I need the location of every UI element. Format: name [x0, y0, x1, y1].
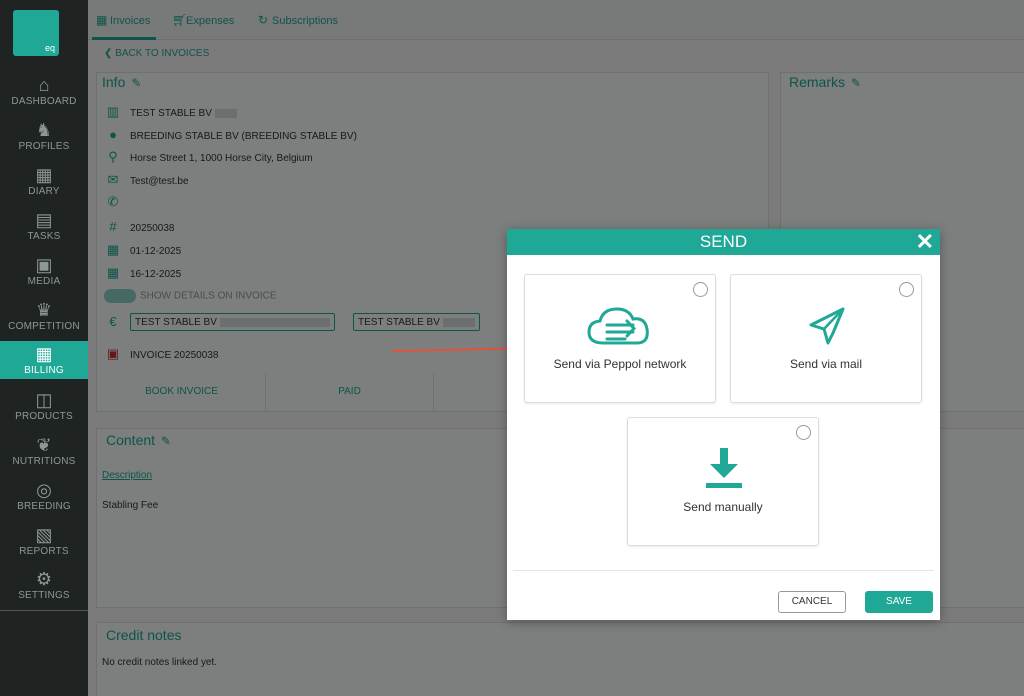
sidebar-item-competition[interactable]: ♛ COMPETITION [0, 299, 88, 343]
cancel-button[interactable]: CANCEL [778, 591, 846, 613]
peppol-option-label: Send via Peppol network [553, 357, 687, 371]
send-manually-option[interactable]: Send manually [627, 417, 819, 546]
sidebar-item-billing[interactable]: ▦ BILLING [0, 341, 88, 379]
sidebar-item-label: PRODUCTS [15, 411, 73, 422]
sidebar: eq ⌂ DASHBOARD ♞ PROFILES ▦ DIARY ▤ TASKS ▣ M… [0, 0, 88, 696]
sidebar-item-label: PROFILES [18, 141, 70, 152]
mail-option-label: Send via mail [789, 357, 863, 371]
wheat-icon: ❦ [36, 435, 52, 455]
save-button[interactable]: SAVE [865, 591, 933, 613]
dialog-divider [513, 570, 934, 571]
sidebar-item-label: SETTINGS [18, 590, 70, 601]
close-icon[interactable]: ✕ [916, 229, 934, 255]
manual-option-label: Send manually [683, 500, 763, 514]
sidebar-item-label: DASHBOARD [11, 96, 77, 107]
sidebar-item-label: REPORTS [19, 546, 69, 557]
sidebar-item-products[interactable]: ◫ PRODUCTS [0, 389, 88, 433]
sidebar-item-media[interactable]: ▣ MEDIA [0, 254, 88, 298]
calculator-icon: ▦ [35, 344, 53, 364]
sidebar-item-label: TASKS [27, 231, 61, 242]
sidebar-item-label: COMPETITION [8, 321, 80, 332]
compass-icon: ◎ [36, 480, 52, 500]
sidebar-item-settings[interactable]: ⚙ SETTINGS [0, 568, 88, 612]
sidebar-item-tasks[interactable]: ▤ TASKS [0, 209, 88, 253]
send-via-mail-option[interactable]: Send via mail [730, 274, 922, 403]
barn-icon: ⌂ [38, 75, 50, 95]
sidebar-item-label: BILLING [24, 365, 64, 376]
clipboard-icon: ▤ [35, 210, 53, 230]
peppol-radio[interactable] [693, 282, 708, 297]
sidebar-item-dashboard[interactable]: ⌂ DASHBOARD [0, 74, 88, 118]
box-icon: ◫ [35, 390, 53, 410]
sidebar-item-label: BREEDING [17, 501, 71, 512]
paper-plane-icon [809, 307, 845, 345]
calendar-icon: ▦ [35, 165, 53, 185]
sidebar-item-label: MEDIA [27, 276, 61, 287]
sidebar-item-profiles[interactable]: ♞ PROFILES [0, 119, 88, 163]
trophy-icon: ♛ [35, 300, 53, 320]
report-icon: ▧ [35, 525, 53, 545]
sidebar-item-label: DIARY [28, 186, 60, 197]
camera-icon: ▣ [35, 255, 53, 275]
dialog-header: SEND ✕ [507, 229, 940, 255]
manual-radio[interactable] [796, 425, 811, 440]
sidebar-footer [0, 610, 88, 627]
sidebar-item-reports[interactable]: ▧ REPORTS [0, 524, 88, 568]
app-logo[interactable]: eq [13, 10, 59, 56]
dialog-title: SEND [699, 232, 748, 251]
horse-icon: ♞ [35, 120, 53, 140]
send-via-peppol-option[interactable]: Send via Peppol network [524, 274, 716, 403]
cloud-icon [587, 307, 649, 345]
logo-text: eq [44, 43, 55, 53]
sidebar-item-nutritions[interactable]: ❦ NUTRITIONS [0, 434, 88, 478]
gear-icon: ⚙ [35, 569, 53, 589]
sidebar-item-diary[interactable]: ▦ DIARY [0, 164, 88, 208]
sidebar-item-breeding[interactable]: ◎ BREEDING [0, 479, 88, 523]
send-dialog: SEND ✕ Send via Peppol network Send via … [507, 229, 940, 620]
mail-radio[interactable] [899, 282, 914, 297]
download-icon [706, 448, 742, 488]
sidebar-item-label: NUTRITIONS [12, 456, 76, 467]
